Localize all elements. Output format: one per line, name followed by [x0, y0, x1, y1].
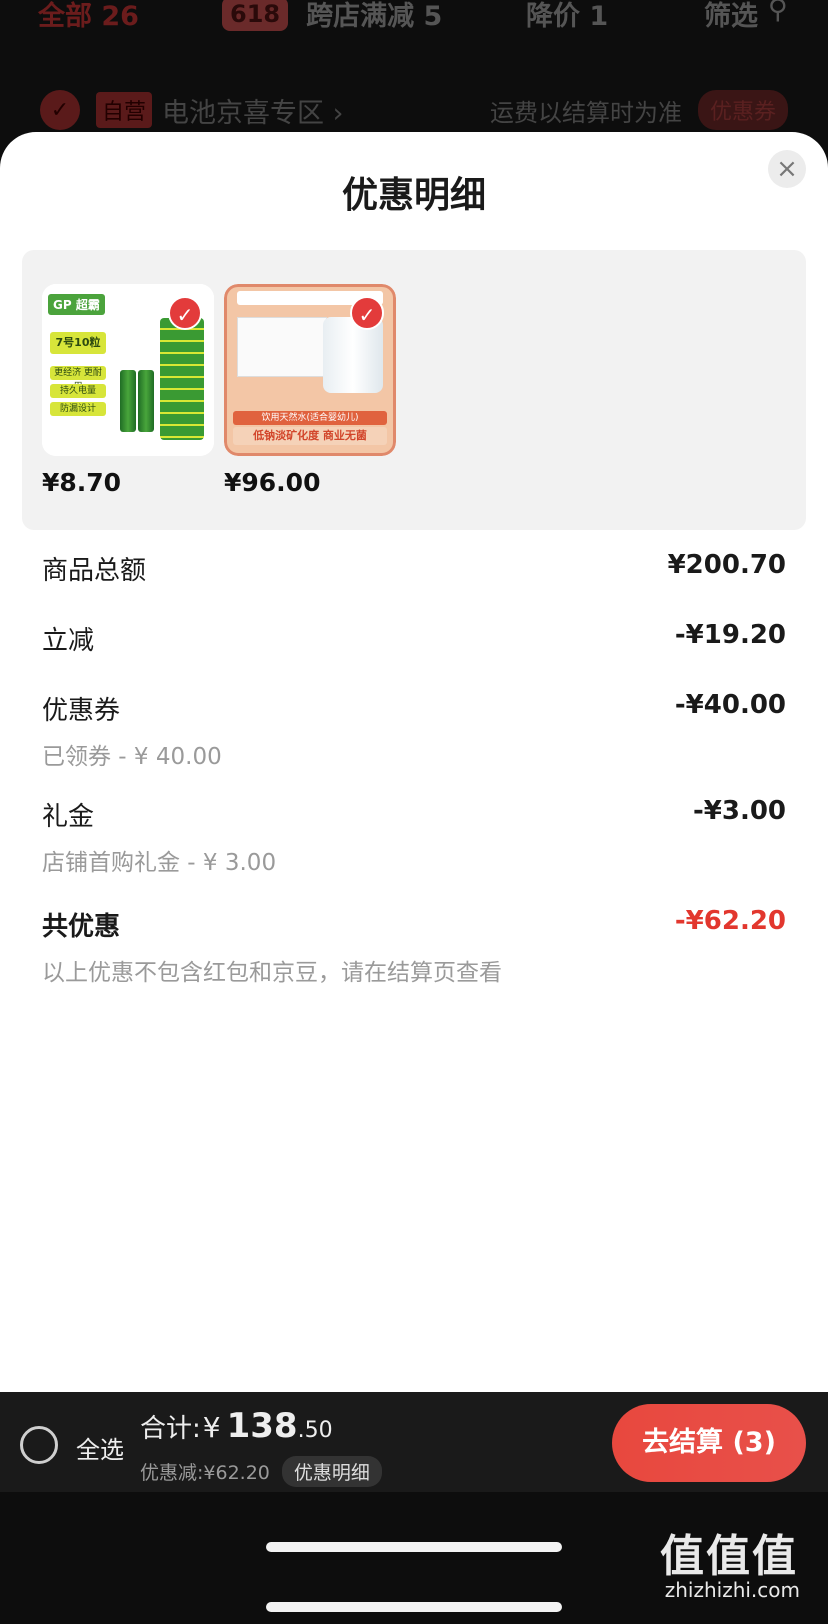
checkmark-icon: ✓: [168, 296, 202, 330]
feature-label: 更经济 更耐用: [50, 366, 106, 392]
product-strip: GP 超霸 7号10粒 更经济 更耐用 持久电量 防漏设计 ✓ ¥8.70: [22, 250, 806, 530]
water-case-graphic: [237, 317, 327, 377]
gp-logo: GP 超霸: [48, 294, 105, 315]
product-image-water: 饮用天然水(适合婴幼儿) 低钠淡矿化度 商业无菌 ✓: [224, 284, 396, 456]
store-check-icon[interactable]: ✓: [40, 90, 80, 130]
home-indicator: [266, 1602, 562, 1612]
product-card[interactable]: 饮用天然水(适合婴幼儿) 低钠淡矿化度 商业无菌 ✓ ¥96.00: [224, 284, 396, 497]
store-coupon-button[interactable]: 优惠券: [697, 90, 788, 130]
row-value: -¥19.20: [674, 620, 786, 650]
product-price: ¥8.70: [42, 468, 122, 497]
watermark-logo: 值值值: [660, 1531, 798, 1582]
feature-label: 防漏设计: [50, 402, 106, 416]
checkout-button[interactable]: 去结算 (3): [612, 1404, 806, 1482]
total-price: 合计: ¥ 138 .50: [140, 1406, 333, 1446]
row-subtext: 以上优惠不包含红包和京豆，请在结算页查看: [42, 960, 502, 986]
discount-detail-button[interactable]: 优惠明细: [281, 1456, 382, 1487]
total-decimal: .50: [297, 1418, 333, 1443]
home-indicator[interactable]: [266, 1542, 562, 1552]
gift-row: 礼金 -¥3.00 店铺首购礼金 - ¥ 3.00: [42, 796, 786, 906]
checkmark-icon: ✓: [350, 296, 384, 330]
discount-rows: 商品总额 ¥200.70 立减 -¥19.20 优惠券 -¥40.00 已领券 …: [42, 550, 786, 1006]
product-band-label: 低钠淡矿化度 商业无菌: [233, 427, 387, 445]
row-value: -¥40.00: [674, 690, 786, 720]
top-tab-bar: 全部 26 618 跨店满减 5 降价 1 筛选 ⚲: [0, 0, 828, 50]
feature-label: 持久电量: [50, 384, 106, 398]
battery-graphic: [138, 370, 154, 432]
select-all-checkbox[interactable]: [20, 1426, 58, 1464]
discount-amount: 优惠减:¥62.20: [140, 1462, 270, 1484]
badge-618: 618: [222, 0, 289, 31]
tab-all[interactable]: 全部 26: [38, 0, 139, 33]
close-icon[interactable]: ×: [768, 150, 806, 188]
row-label: 礼金: [42, 802, 95, 832]
discount-detail-sheet: 优惠明细 × GP 超霸 7号10粒 更经济 更耐用 持久电量 防漏设计 ✓ ¥…: [0, 132, 828, 1392]
tab-cross-store[interactable]: 618 跨店满减 5: [222, 0, 442, 33]
sheet-title: 优惠明细: [341, 175, 486, 216]
battery-graphic: [120, 370, 136, 432]
currency-symbol: ¥: [202, 1411, 221, 1444]
tab-price-drop[interactable]: 降价 1: [526, 0, 608, 33]
store-name-link[interactable]: 电池京喜专区 ›: [162, 91, 343, 130]
battery-pack-graphic: [160, 318, 204, 440]
watermark-url: zhizhizhi.com: [664, 1578, 800, 1602]
product-image-batteries: GP 超霸 7号10粒 更经济 更耐用 持久电量 防漏设计 ✓: [42, 284, 214, 456]
row-value: -¥3.00: [692, 796, 786, 826]
discount-summary: 优惠减:¥62.20 优惠明细: [140, 1456, 382, 1487]
total-integer: 138: [226, 1406, 298, 1446]
home-indicator-area: 值值值 zhizhizhi.com: [0, 1492, 828, 1624]
product-price: ¥96.00: [224, 468, 321, 497]
total-discount-value: -¥62.20: [674, 906, 786, 936]
self-operated-tag: 自营: [96, 92, 153, 128]
instant-discount-row: 立减 -¥19.20: [42, 620, 786, 690]
shipping-note: 运费以结算时为准: [489, 98, 682, 127]
product-card[interactable]: GP 超霸 7号10粒 更经济 更耐用 持久电量 防漏设计 ✓ ¥8.70: [42, 284, 214, 497]
row-subtext: 已领券 - ¥ 40.00: [42, 744, 222, 770]
pack-count-label: 7号10粒: [50, 332, 106, 354]
tab-filter[interactable]: 筛选 ⚲: [704, 0, 788, 33]
product-band-label: 饮用天然水(适合婴幼儿): [233, 411, 387, 425]
row-subtext: 店铺首购礼金 - ¥ 3.00: [42, 850, 277, 876]
subtotal-row: 商品总额 ¥200.70: [42, 550, 786, 620]
checkout-bar: 全选 合计: ¥ 138 .50 优惠减:¥62.20 优惠明细 去结算 (3): [0, 1392, 828, 1492]
select-all-label[interactable]: 全选: [76, 1430, 124, 1465]
total-discount-row: 共优惠 -¥62.20 以上优惠不包含红包和京豆，请在结算页查看: [42, 906, 786, 1006]
tab-cross-store-label: 跨店满减 5: [306, 1, 443, 32]
total-label: 合计:: [140, 1414, 201, 1444]
coupon-row: 优惠券 -¥40.00 已领券 - ¥ 40.00: [42, 690, 786, 796]
store-row: ✓ 自营 电池京喜专区 › 运费以结算时为准 优惠券: [40, 88, 788, 132]
filter-icon: ⚲: [768, 0, 788, 25]
tab-filter-label: 筛选: [704, 1, 758, 32]
row-value: ¥200.70: [667, 550, 786, 580]
